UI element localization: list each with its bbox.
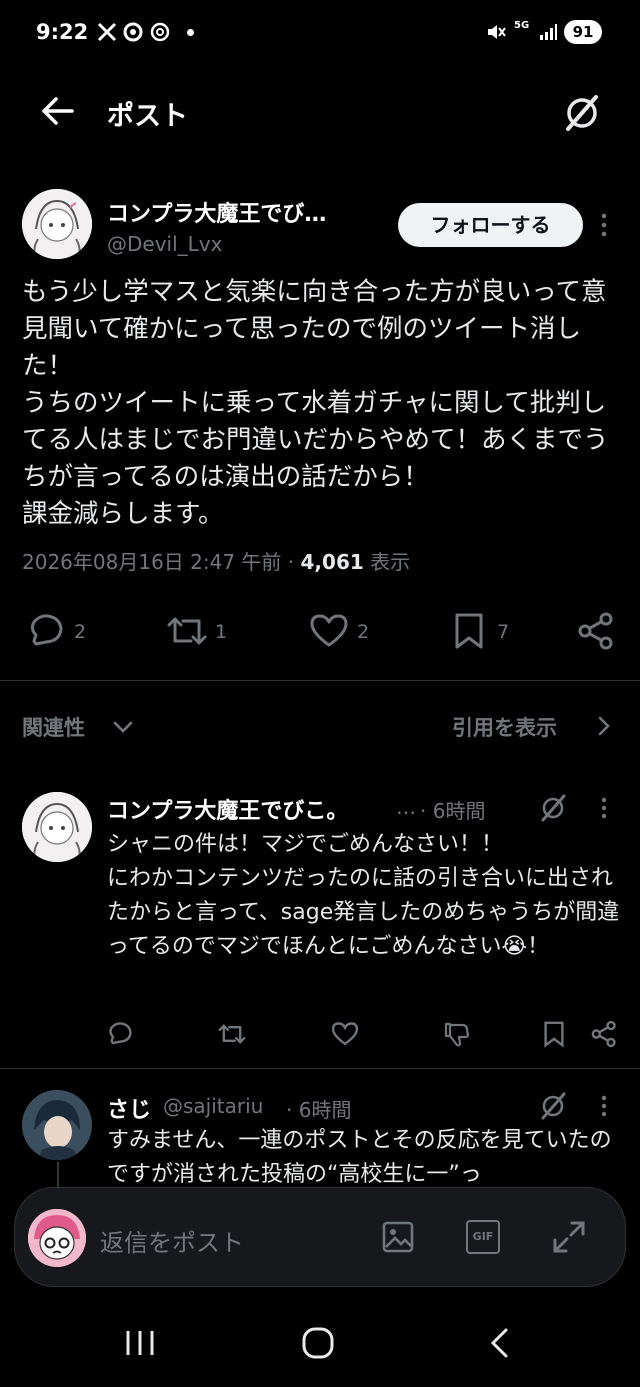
more-vertical-icon [601, 1095, 607, 1117]
mute-icon [486, 22, 506, 42]
more-vertical-icon [601, 797, 607, 819]
expand-icon [553, 1221, 585, 1253]
divider [0, 680, 640, 681]
divider [0, 1068, 640, 1069]
reply-input[interactable]: 返信をポスト [100, 1223, 244, 1258]
views-label: 表示 [370, 550, 411, 574]
more-vertical-icon [601, 213, 607, 237]
system-back-button[interactable] [486, 1326, 514, 1360]
post-text: もう少し学マスと気楽に向き合った方が良いって意見聞いて確かにって思ったので例のツ… [22, 277, 609, 529]
like-count: 2 [357, 621, 370, 643]
reply-author-handle[interactable]: @sajitariu [163, 1094, 263, 1118]
my-avatar [28, 1209, 86, 1267]
heart-icon [310, 614, 348, 647]
image-icon [382, 1221, 414, 1253]
dislike-action[interactable] [442, 1020, 472, 1048]
like-action[interactable] [308, 611, 350, 651]
bookmark-icon [544, 1021, 564, 1048]
author-name[interactable]: コンプラ大魔王でび… [107, 196, 377, 228]
reply-action[interactable] [26, 611, 66, 651]
repost-icon [167, 617, 207, 645]
bookmark-icon [455, 613, 483, 649]
image-button[interactable] [381, 1220, 415, 1254]
reply-time[interactable]: · 6時間 [286, 1094, 351, 1123]
avatar-illustration-icon [28, 1209, 86, 1267]
status-bar: 9:22 5G 91 [0, 0, 640, 64]
view-quotes-link[interactable]: 引用を表示 [452, 712, 557, 742]
reply-author-name[interactable]: さじ [107, 1092, 151, 1124]
reply-handle-truncated: … [396, 795, 416, 819]
signal-icon [538, 22, 558, 42]
grok-button[interactable] [560, 91, 604, 135]
sort-relevance-dropdown[interactable]: 関連性 [22, 712, 85, 742]
reply-avatar[interactable] [22, 1090, 92, 1160]
bookmark-action[interactable] [452, 611, 486, 651]
grok-icon [566, 95, 598, 131]
grok-button[interactable] [537, 792, 569, 824]
home-button[interactable] [301, 1326, 335, 1360]
avatar-illustration-icon [22, 792, 92, 862]
repost-icon [218, 1024, 246, 1044]
battery-indicator: 91 [564, 20, 602, 44]
grok-button[interactable] [537, 1090, 569, 1122]
like-action[interactable] [330, 1020, 360, 1048]
bookmark-count: 7 [497, 621, 510, 643]
reply-avatar[interactable] [22, 792, 92, 862]
avatar-illustration-icon [22, 189, 92, 259]
back-button[interactable] [38, 92, 76, 130]
x-logo-icon [97, 22, 117, 42]
reply-text: シャニの件は！マジでごめんなさい！！ にわかコンテンツだったのに話の引き合いに出… [107, 832, 620, 959]
grok-icon [541, 794, 566, 822]
share-icon [578, 612, 613, 650]
reply-text: すみません、一連のポストとその反応を見ていたのですが消された投稿の“高校生に一”… [107, 1128, 612, 1187]
back-chevron-icon [490, 1328, 508, 1358]
page-title: ポスト [107, 101, 188, 132]
expand-composer-button[interactable] [551, 1219, 587, 1255]
recent-apps-icon [126, 1331, 154, 1355]
back-arrow-icon [42, 97, 74, 125]
threads-icon [150, 22, 170, 42]
notification-dot-icon [187, 29, 194, 36]
share-action[interactable] [590, 1020, 618, 1048]
chrome-icon [123, 22, 143, 42]
more-options-button[interactable] [594, 1094, 614, 1118]
share-icon [591, 1020, 616, 1048]
status-time: 9:22 [36, 20, 89, 44]
repost-count: 1 [215, 621, 228, 643]
author-avatar[interactable] [22, 189, 92, 259]
post-meta: 2026年08月16日 2:47 午前 · 4,061 表示 [22, 546, 410, 575]
home-icon [302, 1327, 334, 1359]
thumbs-down-icon [444, 1022, 470, 1047]
repost-action[interactable] [217, 1020, 247, 1048]
post-timestamp[interactable]: 2026年08月16日 2:47 午前 [22, 550, 281, 574]
recent-apps-button[interactable] [124, 1328, 156, 1358]
chevron-right-icon [596, 715, 612, 737]
repost-action[interactable] [165, 611, 209, 651]
avatar-illustration-icon [22, 1090, 92, 1160]
sort-label: 関連性 [22, 716, 85, 740]
network-type: 5G [514, 20, 530, 31]
more-options-button[interactable] [594, 212, 614, 238]
reply-count: 2 [74, 621, 87, 643]
reply-time[interactable]: · 6時間 [420, 795, 485, 824]
more-options-button[interactable] [594, 796, 614, 820]
view-count: 4,061 [300, 550, 364, 574]
meta-separator: · [287, 550, 295, 574]
author-handle[interactable]: @Devil_Lvx [107, 232, 222, 256]
reply-action[interactable] [106, 1020, 134, 1048]
share-action[interactable] [576, 611, 616, 651]
heart-icon [331, 1022, 359, 1046]
gif-button[interactable]: GIF [466, 1220, 500, 1254]
follow-button[interactable]: フォローする [398, 203, 583, 247]
chevron-down-icon [112, 716, 134, 738]
grok-icon [541, 1092, 566, 1120]
bookmark-action[interactable] [542, 1020, 566, 1048]
reply-author-name[interactable]: コンプラ大魔王でびこ。 [107, 793, 387, 825]
reply-icon [30, 614, 63, 646]
reply-icon [109, 1022, 132, 1045]
